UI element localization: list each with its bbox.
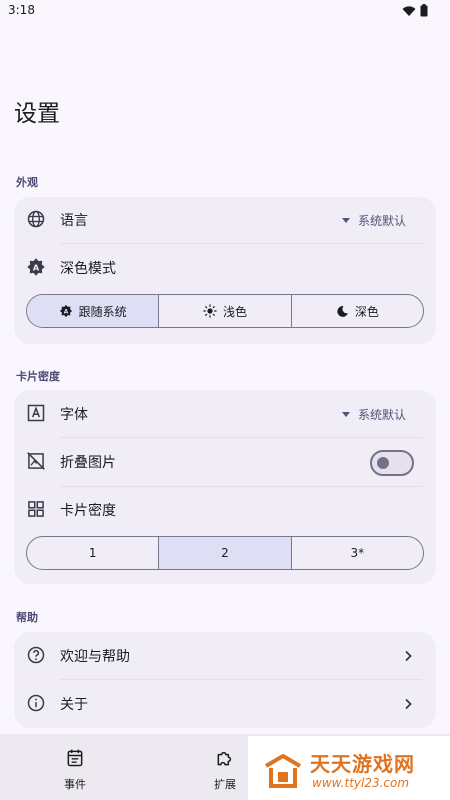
- language-value: 系统默认: [357, 213, 406, 228]
- watermark-url: www.ttyl23.com: [312, 776, 410, 790]
- language-label: 语言: [60, 213, 88, 229]
- dark-mode-row: A 深色模式: [14, 246, 436, 290]
- density-option-label: 1: [88, 546, 97, 560]
- hide-image-icon: [27, 452, 45, 470]
- auto-brightness-icon: A: [59, 304, 72, 318]
- dark-mode-option-system[interactable]: A 跟随系统: [27, 295, 160, 327]
- info-circle-icon: [27, 694, 45, 712]
- density-segmented: 1 2 3*: [26, 536, 424, 570]
- calendar-list-icon: [67, 749, 83, 767]
- appearance-card: 语言 系统默认 A 深色模式 A 跟随系统 浅色 深色: [14, 197, 436, 344]
- nav-item-events[interactable]: 事件: [15, 734, 135, 800]
- density-option-label: 3*: [350, 546, 365, 560]
- wifi-icon: [402, 5, 416, 16]
- density-option-1[interactable]: 1: [27, 537, 160, 569]
- status-icons: [402, 4, 428, 17]
- moon-icon: [337, 305, 348, 317]
- language-dropdown[interactable]: 系统默认: [341, 212, 406, 229]
- help-card: 欢迎与帮助 关于: [14, 632, 436, 728]
- section-title-card-density: 卡片密度: [16, 370, 60, 383]
- help-circle-icon: [27, 646, 45, 664]
- status-time: 3:18: [8, 3, 35, 17]
- watermark-logo-icon: [264, 754, 302, 788]
- toggle-knob: [377, 457, 389, 469]
- chevron-right-icon: [405, 698, 412, 710]
- divider: [60, 486, 422, 487]
- welcome-help-label: 欢迎与帮助: [60, 649, 130, 665]
- section-title-appearance: 外观: [16, 176, 38, 189]
- density-label: 卡片密度: [60, 503, 116, 519]
- dark-mode-option-label: 浅色: [222, 304, 247, 319]
- dropdown-arrow-icon: [341, 217, 350, 223]
- dropdown-arrow-icon: [341, 411, 350, 417]
- density-option-label: 2: [221, 546, 229, 560]
- svg-text:A: A: [63, 309, 68, 315]
- card-density-card: 字体 系统默认 折叠图片 卡片密度 1 2 3*: [14, 390, 436, 584]
- dark-mode-label: 深色模式: [60, 261, 116, 277]
- divider: [60, 243, 422, 244]
- font-row[interactable]: 字体 系统默认: [14, 392, 436, 436]
- grid-icon: [28, 501, 44, 517]
- about-row[interactable]: 关于: [14, 682, 436, 726]
- section-title-help: 帮助: [16, 611, 38, 624]
- font-label: 字体: [60, 407, 88, 423]
- font-dropdown[interactable]: 系统默认: [341, 406, 406, 423]
- auto-brightness-icon: A: [27, 258, 45, 276]
- watermark: 天天游戏网 www.ttyl23.com: [248, 736, 450, 800]
- globe-icon: [27, 210, 45, 228]
- chevron-right-icon: [405, 650, 412, 662]
- dark-mode-option-light[interactable]: 浅色: [159, 295, 292, 327]
- svg-text:A: A: [33, 262, 40, 272]
- density-option-2[interactable]: 2: [159, 537, 292, 569]
- puzzle-icon: [217, 751, 232, 766]
- fold-images-row[interactable]: 折叠图片: [14, 440, 436, 484]
- sun-icon: [203, 304, 217, 318]
- divider: [60, 679, 422, 680]
- dark-mode-option-label: 深色: [354, 304, 379, 319]
- font-value: 系统默认: [357, 407, 406, 422]
- nav-label: 事件: [64, 778, 86, 791]
- page-title: 设置: [14, 101, 60, 127]
- dark-mode-option-label: 跟随系统: [78, 304, 127, 319]
- about-label: 关于: [60, 697, 88, 713]
- dark-mode-segmented: A 跟随系统 浅色 深色: [26, 294, 424, 328]
- density-row: 卡片密度: [14, 488, 436, 532]
- battery-icon: [420, 4, 428, 17]
- font-icon: [27, 404, 45, 422]
- welcome-help-row[interactable]: 欢迎与帮助: [14, 634, 436, 678]
- fold-images-toggle[interactable]: [370, 450, 414, 476]
- divider: [60, 437, 422, 438]
- fold-images-label: 折叠图片: [60, 455, 116, 471]
- status-bar: 3:18: [0, 0, 450, 22]
- watermark-title: 天天游戏网: [310, 752, 415, 776]
- density-option-3[interactable]: 3*: [292, 537, 423, 569]
- language-row[interactable]: 语言 系统默认: [14, 198, 436, 242]
- dark-mode-option-dark[interactable]: 深色: [292, 295, 423, 327]
